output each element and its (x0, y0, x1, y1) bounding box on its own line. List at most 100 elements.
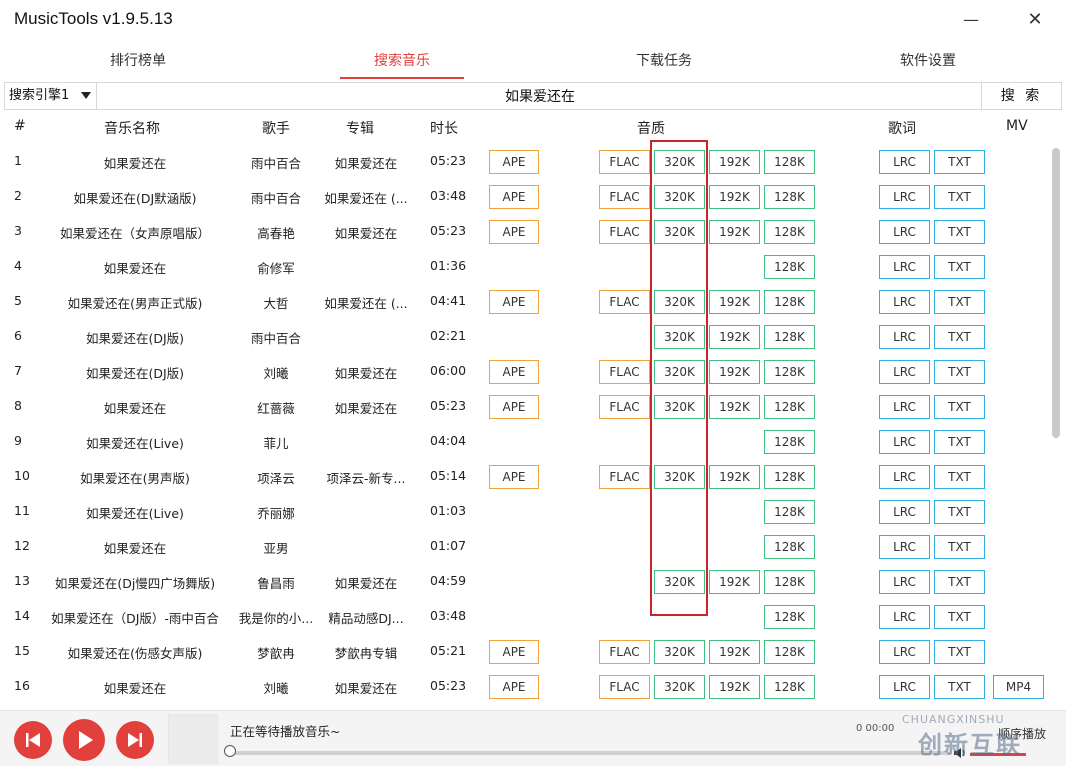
mp3-320k-download-button[interactable]: 320K (654, 325, 705, 349)
txt-lyrics-button[interactable]: TXT (934, 395, 985, 419)
mp3-192k-download-button[interactable]: 192K (709, 325, 760, 349)
txt-lyrics-button[interactable]: TXT (934, 675, 985, 699)
ape-download-button[interactable]: APE (489, 290, 539, 314)
txt-lyrics-button[interactable]: TXT (934, 290, 985, 314)
txt-lyrics-button[interactable]: TXT (934, 150, 985, 174)
mp3-320k-download-button[interactable]: 320K (654, 185, 705, 209)
mp3-192k-download-button[interactable]: 192K (709, 395, 760, 419)
mp3-320k-download-button[interactable]: 320K (654, 640, 705, 664)
mp3-192k-download-button[interactable]: 192K (709, 290, 760, 314)
table-row[interactable]: 5 如果爱还在(男声正式版) 大哲 如果爱还在 (... 04:41 APE FLAC 320… (0, 284, 1050, 319)
mp3-128k-download-button[interactable]: 128K (764, 150, 815, 174)
ape-download-button[interactable]: APE (489, 150, 539, 174)
txt-lyrics-button[interactable]: TXT (934, 465, 985, 489)
mp3-128k-download-button[interactable]: 128K (764, 290, 815, 314)
table-row[interactable]: 15 如果爱还在(伤感女声版) 梦歆冉 梦歆冉专辑 05:21 APE FLAC 320K 19… (0, 634, 1050, 669)
mp3-192k-download-button[interactable]: 192K (709, 465, 760, 489)
flac-download-button[interactable]: FLAC (599, 675, 650, 699)
txt-lyrics-button[interactable]: TXT (934, 255, 985, 279)
flac-download-button[interactable]: FLAC (599, 395, 650, 419)
mp3-128k-download-button[interactable]: 128K (764, 255, 815, 279)
lrc-lyrics-button[interactable]: LRC (879, 430, 930, 454)
mp3-128k-download-button[interactable]: 128K (764, 360, 815, 384)
table-row[interactable]: 8 如果爱还在 红蔷薇 如果爱还在 05:23 APE FLAC 320K 192K 128K LR… (0, 389, 1050, 424)
lrc-lyrics-button[interactable]: LRC (879, 675, 930, 699)
table-row[interactable]: 7 如果爱还在(DJ版) 刘曦 如果爱还在 06:00 APE FLAC 320K 192K 12… (0, 354, 1050, 389)
close-button[interactable]: ✕ (1022, 8, 1048, 32)
table-row[interactable]: 9 如果爱还在(Live) 菲儿 04:04 128K LRC TXT (0, 424, 1050, 459)
ape-download-button[interactable]: APE (489, 220, 539, 244)
flac-download-button[interactable]: FLAC (599, 290, 650, 314)
lrc-lyrics-button[interactable]: LRC (879, 605, 930, 629)
tab-charts[interactable]: 排行榜单 (48, 44, 228, 78)
mp3-192k-download-button[interactable]: 192K (709, 150, 760, 174)
mp3-192k-download-button[interactable]: 192K (709, 220, 760, 244)
txt-lyrics-button[interactable]: TXT (934, 430, 985, 454)
ape-download-button[interactable]: APE (489, 185, 539, 209)
previous-button[interactable] (14, 721, 52, 759)
mp3-192k-download-button[interactable]: 192K (709, 360, 760, 384)
mp3-192k-download-button[interactable]: 192K (709, 640, 760, 664)
ape-download-button[interactable]: APE (489, 360, 539, 384)
play-button[interactable] (63, 719, 105, 761)
txt-lyrics-button[interactable]: TXT (934, 360, 985, 384)
txt-lyrics-button[interactable]: TXT (934, 500, 985, 524)
ape-download-button[interactable]: APE (489, 640, 539, 664)
mp3-128k-download-button[interactable]: 128K (764, 220, 815, 244)
mp3-128k-download-button[interactable]: 128K (764, 675, 815, 699)
flac-download-button[interactable]: FLAC (599, 640, 650, 664)
table-row[interactable]: 11 如果爱还在(Live) 乔丽娜 01:03 128K LRC TXT (0, 494, 1050, 529)
next-button[interactable] (116, 721, 154, 759)
mp3-192k-download-button[interactable]: 192K (709, 570, 760, 594)
mp3-192k-download-button[interactable]: 192K (709, 185, 760, 209)
txt-lyrics-button[interactable]: TXT (934, 605, 985, 629)
table-row[interactable]: 10 如果爱还在(男声版) 项泽云 项泽云-新专... 05:14 APE FLAC 320K… (0, 459, 1050, 494)
tab-settings[interactable]: 软件设置 (838, 44, 1018, 78)
table-row[interactable]: 13 如果爱还在(Dj慢四广场舞版) 鲁昌雨 如果爱还在 04:59 320K 192K 12… (0, 564, 1050, 599)
txt-lyrics-button[interactable]: TXT (934, 185, 985, 209)
mp3-320k-download-button[interactable]: 320K (654, 570, 705, 594)
flac-download-button[interactable]: FLAC (599, 360, 650, 384)
table-row[interactable]: 2 如果爱还在(DJ默涵版) 雨中百合 如果爱还在 (... 03:48 APE FLAC 3… (0, 179, 1050, 214)
flac-download-button[interactable]: FLAC (599, 220, 650, 244)
lrc-lyrics-button[interactable]: LRC (879, 255, 930, 279)
search-button[interactable]: 搜 索 (981, 83, 1061, 109)
table-row[interactable]: 4 如果爱还在 俞修军 01:36 128K LRC TXT (0, 249, 1050, 284)
mp3-128k-download-button[interactable]: 128K (764, 640, 815, 664)
txt-lyrics-button[interactable]: TXT (934, 220, 985, 244)
table-row[interactable]: 12 如果爱还在 亚男 01:07 128K LRC TXT (0, 529, 1050, 564)
search-input[interactable] (99, 83, 981, 109)
mp3-128k-download-button[interactable]: 128K (764, 570, 815, 594)
txt-lyrics-button[interactable]: TXT (934, 535, 985, 559)
flac-download-button[interactable]: FLAC (599, 465, 650, 489)
lrc-lyrics-button[interactable]: LRC (879, 500, 930, 524)
lrc-lyrics-button[interactable]: LRC (879, 395, 930, 419)
table-row[interactable]: 3 如果爱还在（女声原唱版） 高春艳 如果爱还在 05:23 APE FLAC 320K 192… (0, 214, 1050, 249)
mp3-320k-download-button[interactable]: 320K (654, 465, 705, 489)
search-engine-select[interactable]: 搜索引擎1 (5, 83, 97, 109)
ape-download-button[interactable]: APE (489, 395, 539, 419)
lrc-lyrics-button[interactable]: LRC (879, 185, 930, 209)
table-row[interactable]: 14 如果爱还在（DJ版）-雨中百合 我是你的小... 精品动感DJ... 03:48 1… (0, 599, 1050, 634)
table-row[interactable]: 6 如果爱还在(DJ版) 雨中百合 02:21 320K 192K 128K LRC TXT (0, 319, 1050, 354)
mp3-320k-download-button[interactable]: 320K (654, 150, 705, 174)
mp3-128k-download-button[interactable]: 128K (764, 605, 815, 629)
mp3-128k-download-button[interactable]: 128K (764, 500, 815, 524)
ape-download-button[interactable]: APE (489, 675, 539, 699)
lrc-lyrics-button[interactable]: LRC (879, 150, 930, 174)
lrc-lyrics-button[interactable]: LRC (879, 360, 930, 384)
mp3-128k-download-button[interactable]: 128K (764, 185, 815, 209)
mv-mp4-button[interactable]: MP4 (993, 675, 1044, 699)
mp3-128k-download-button[interactable]: 128K (764, 465, 815, 489)
txt-lyrics-button[interactable]: TXT (934, 640, 985, 664)
lrc-lyrics-button[interactable]: LRC (879, 535, 930, 559)
scrollbar-thumb[interactable] (1052, 148, 1060, 438)
lrc-lyrics-button[interactable]: LRC (879, 290, 930, 314)
mp3-128k-download-button[interactable]: 128K (764, 535, 815, 559)
lrc-lyrics-button[interactable]: LRC (879, 640, 930, 664)
mp3-320k-download-button[interactable]: 320K (654, 360, 705, 384)
ape-download-button[interactable]: APE (489, 465, 539, 489)
tab-search-music[interactable]: 搜索音乐 (312, 44, 492, 78)
lrc-lyrics-button[interactable]: LRC (879, 465, 930, 489)
mp3-128k-download-button[interactable]: 128K (764, 395, 815, 419)
